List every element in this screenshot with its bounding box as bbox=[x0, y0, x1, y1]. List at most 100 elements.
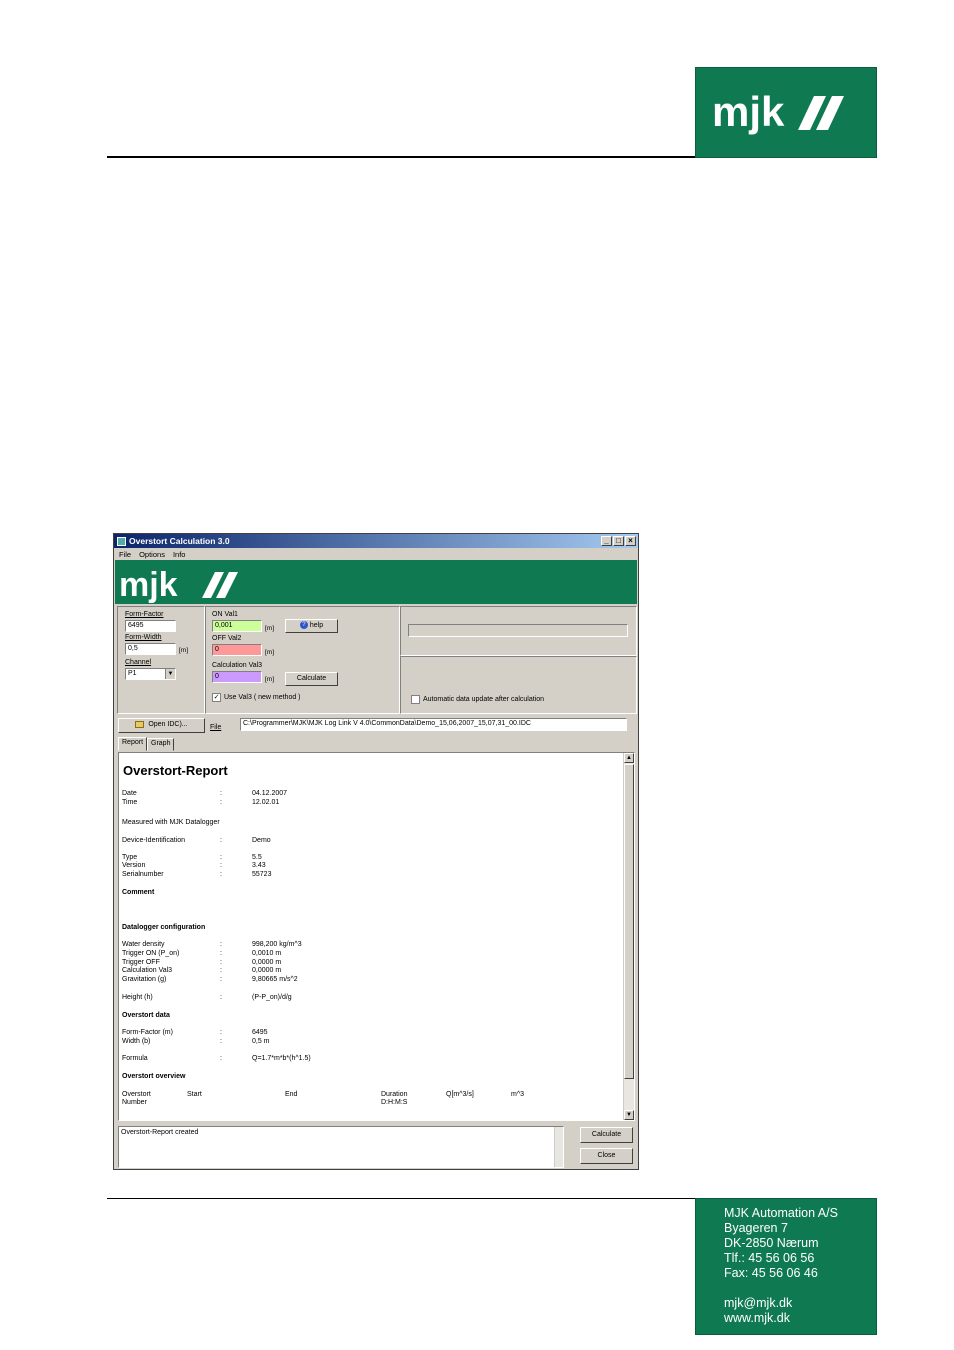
close-button[interactable]: Close bbox=[580, 1148, 633, 1164]
on-val1-input[interactable]: 0,001 bbox=[212, 620, 262, 632]
close-window-button[interactable]: × bbox=[625, 536, 636, 546]
width-value: 0,5 m bbox=[252, 1038, 270, 1045]
colon: : bbox=[220, 1029, 222, 1036]
help-icon: ? bbox=[299, 621, 308, 630]
company-web: www.mjk.dk bbox=[724, 1311, 790, 1325]
off-val2-unit: [m] bbox=[265, 649, 275, 656]
window-title: Overstort Calculation 3.0 bbox=[129, 536, 230, 546]
report-scrollbar[interactable]: ▲ ▼ bbox=[623, 753, 634, 1120]
gravitation-value: 9,80665 m/s^2 bbox=[252, 976, 298, 983]
off-val2-input[interactable]: 0 bbox=[212, 644, 262, 656]
mjk-logo-top: mjk bbox=[695, 67, 877, 158]
calc-val3-report-label: Calculation Val3 bbox=[122, 967, 173, 974]
channel-select[interactable]: P1 ▼ bbox=[125, 668, 176, 680]
auto-update-label: Automatic data update after calculation bbox=[423, 696, 545, 703]
overview-col-q: Q[m^3/s] bbox=[446, 1091, 474, 1098]
calculate-button[interactable]: Calculate bbox=[580, 1127, 633, 1143]
measured-text: Measured with MJK Datalogger bbox=[122, 819, 220, 826]
use-val3-checkbox[interactable]: ✓ bbox=[212, 693, 221, 702]
off-val2-label: OFF Val2 bbox=[212, 635, 242, 642]
file-path-input[interactable]: C:\Programmer\MJK\MJK Log Link V 4.0\Com… bbox=[240, 718, 627, 731]
mjk-banner-logo: mjk bbox=[119, 566, 238, 604]
channel-label: Channel bbox=[125, 659, 152, 666]
file-label: File bbox=[210, 724, 222, 731]
colon: : bbox=[220, 976, 222, 983]
chevron-down-icon[interactable]: ▼ bbox=[165, 669, 175, 679]
minimize-button[interactable]: _ bbox=[601, 536, 612, 546]
comment-heading: Comment bbox=[122, 889, 155, 896]
calc-val3-report-value: 0,0000 m bbox=[252, 967, 282, 974]
help-button-label: help bbox=[309, 622, 324, 629]
colon: : bbox=[220, 1055, 222, 1062]
maximize-button[interactable]: □ bbox=[613, 536, 624, 546]
calc-val3-unit: [m] bbox=[265, 676, 275, 683]
formula-value: Q=1.7*m*b*(h^1.5) bbox=[252, 1055, 311, 1062]
svg-text:mjk: mjk bbox=[119, 566, 178, 604]
status-scrollbar[interactable] bbox=[554, 1127, 563, 1167]
on-val1-label: ON Val1 bbox=[212, 611, 238, 618]
device-value: Demo bbox=[252, 837, 271, 844]
calc-val3-input[interactable]: 0 bbox=[212, 671, 262, 683]
calc-val3-label: Calculation Val3 bbox=[212, 662, 263, 669]
colon: : bbox=[220, 799, 222, 806]
company-phone: Tlf.: 45 56 06 56 bbox=[724, 1251, 815, 1265]
report-title: Overstort-Report bbox=[123, 763, 228, 778]
colon: : bbox=[220, 854, 222, 861]
type-value: 5.5 bbox=[252, 854, 262, 861]
menu-file[interactable]: File bbox=[119, 550, 131, 559]
scroll-down-icon[interactable]: ▼ bbox=[624, 1110, 634, 1120]
trigger-off-label: Trigger OFF bbox=[122, 959, 160, 966]
width-label: Width (b) bbox=[122, 1038, 151, 1045]
device-label: Device-Identification bbox=[122, 837, 186, 844]
status-text: Overstort-Report created bbox=[121, 1129, 199, 1136]
formula-label: Formula bbox=[122, 1055, 148, 1062]
colon: : bbox=[220, 1038, 222, 1045]
tab-report[interactable]: Report bbox=[118, 737, 148, 751]
height-label: Height (h) bbox=[122, 994, 153, 1001]
menu-info[interactable]: Info bbox=[173, 550, 186, 559]
menu-bar: File Options Info bbox=[114, 548, 638, 560]
company-fax: Fax: 45 56 06 46 bbox=[724, 1266, 818, 1280]
status-log[interactable]: Overstort-Report created bbox=[118, 1126, 564, 1168]
report-view[interactable]: Overstort-Report Date : 04.12.2007 Time … bbox=[118, 752, 635, 1121]
header-rule bbox=[107, 156, 695, 158]
overview-col-start: Start bbox=[187, 1091, 202, 1098]
channel-value: P1 bbox=[128, 670, 137, 677]
form-width-label: Form-Width bbox=[125, 634, 162, 641]
open-idc-button[interactable]: Open IDC)... bbox=[118, 718, 205, 733]
overview-col-number: Number bbox=[122, 1099, 147, 1106]
form-width-input[interactable]: 0,5 bbox=[125, 643, 176, 655]
overview-col-dhms: D:H:M:S bbox=[381, 1099, 408, 1106]
tab-graph[interactable]: Graph bbox=[147, 738, 175, 751]
auto-update-panel: Automatic data update after calculation bbox=[400, 656, 637, 714]
height-value: (P-P_on)/d/g bbox=[252, 994, 292, 1001]
trigger-off-value: 0,0000 m bbox=[252, 959, 282, 966]
auto-update-checkbox[interactable] bbox=[411, 695, 420, 704]
scroll-thumb[interactable] bbox=[624, 764, 634, 1079]
footer-rule bbox=[107, 1198, 695, 1199]
colon: : bbox=[220, 862, 222, 869]
app-window: Overstort Calculation 3.0 _ □ × File Opt… bbox=[113, 533, 639, 1170]
scroll-up-icon[interactable]: ▲ bbox=[624, 753, 634, 763]
form-width-unit: [m] bbox=[179, 647, 189, 654]
values-panel: ON Val1 0,001 [m] ? help OFF Val2 0 [m] … bbox=[205, 606, 400, 714]
colon: : bbox=[220, 950, 222, 957]
open-idc-label: Open IDC)... bbox=[148, 721, 188, 728]
trigger-on-label: Trigger ON (P_on) bbox=[122, 950, 180, 957]
help-button[interactable]: ? help bbox=[285, 619, 338, 633]
overview-heading: Overstort overview bbox=[122, 1073, 186, 1080]
progress-panel bbox=[400, 606, 637, 656]
form-factor-input[interactable]: 6495 bbox=[125, 620, 176, 632]
colon: : bbox=[220, 790, 222, 797]
config-heading: Datalogger configuration bbox=[122, 924, 206, 931]
date-label: Date bbox=[122, 790, 137, 797]
svg-text:mjk: mjk bbox=[712, 88, 785, 135]
menu-options[interactable]: Options bbox=[139, 550, 165, 559]
calculate-values-button[interactable]: Calculate bbox=[285, 672, 338, 686]
type-label: Type bbox=[122, 854, 138, 861]
form-factor-report-value: 6495 bbox=[252, 1029, 268, 1036]
overview-col-duration: Duration bbox=[381, 1091, 408, 1098]
gravitation-label: Gravitation (g) bbox=[122, 976, 167, 983]
progress-bar bbox=[408, 624, 628, 637]
